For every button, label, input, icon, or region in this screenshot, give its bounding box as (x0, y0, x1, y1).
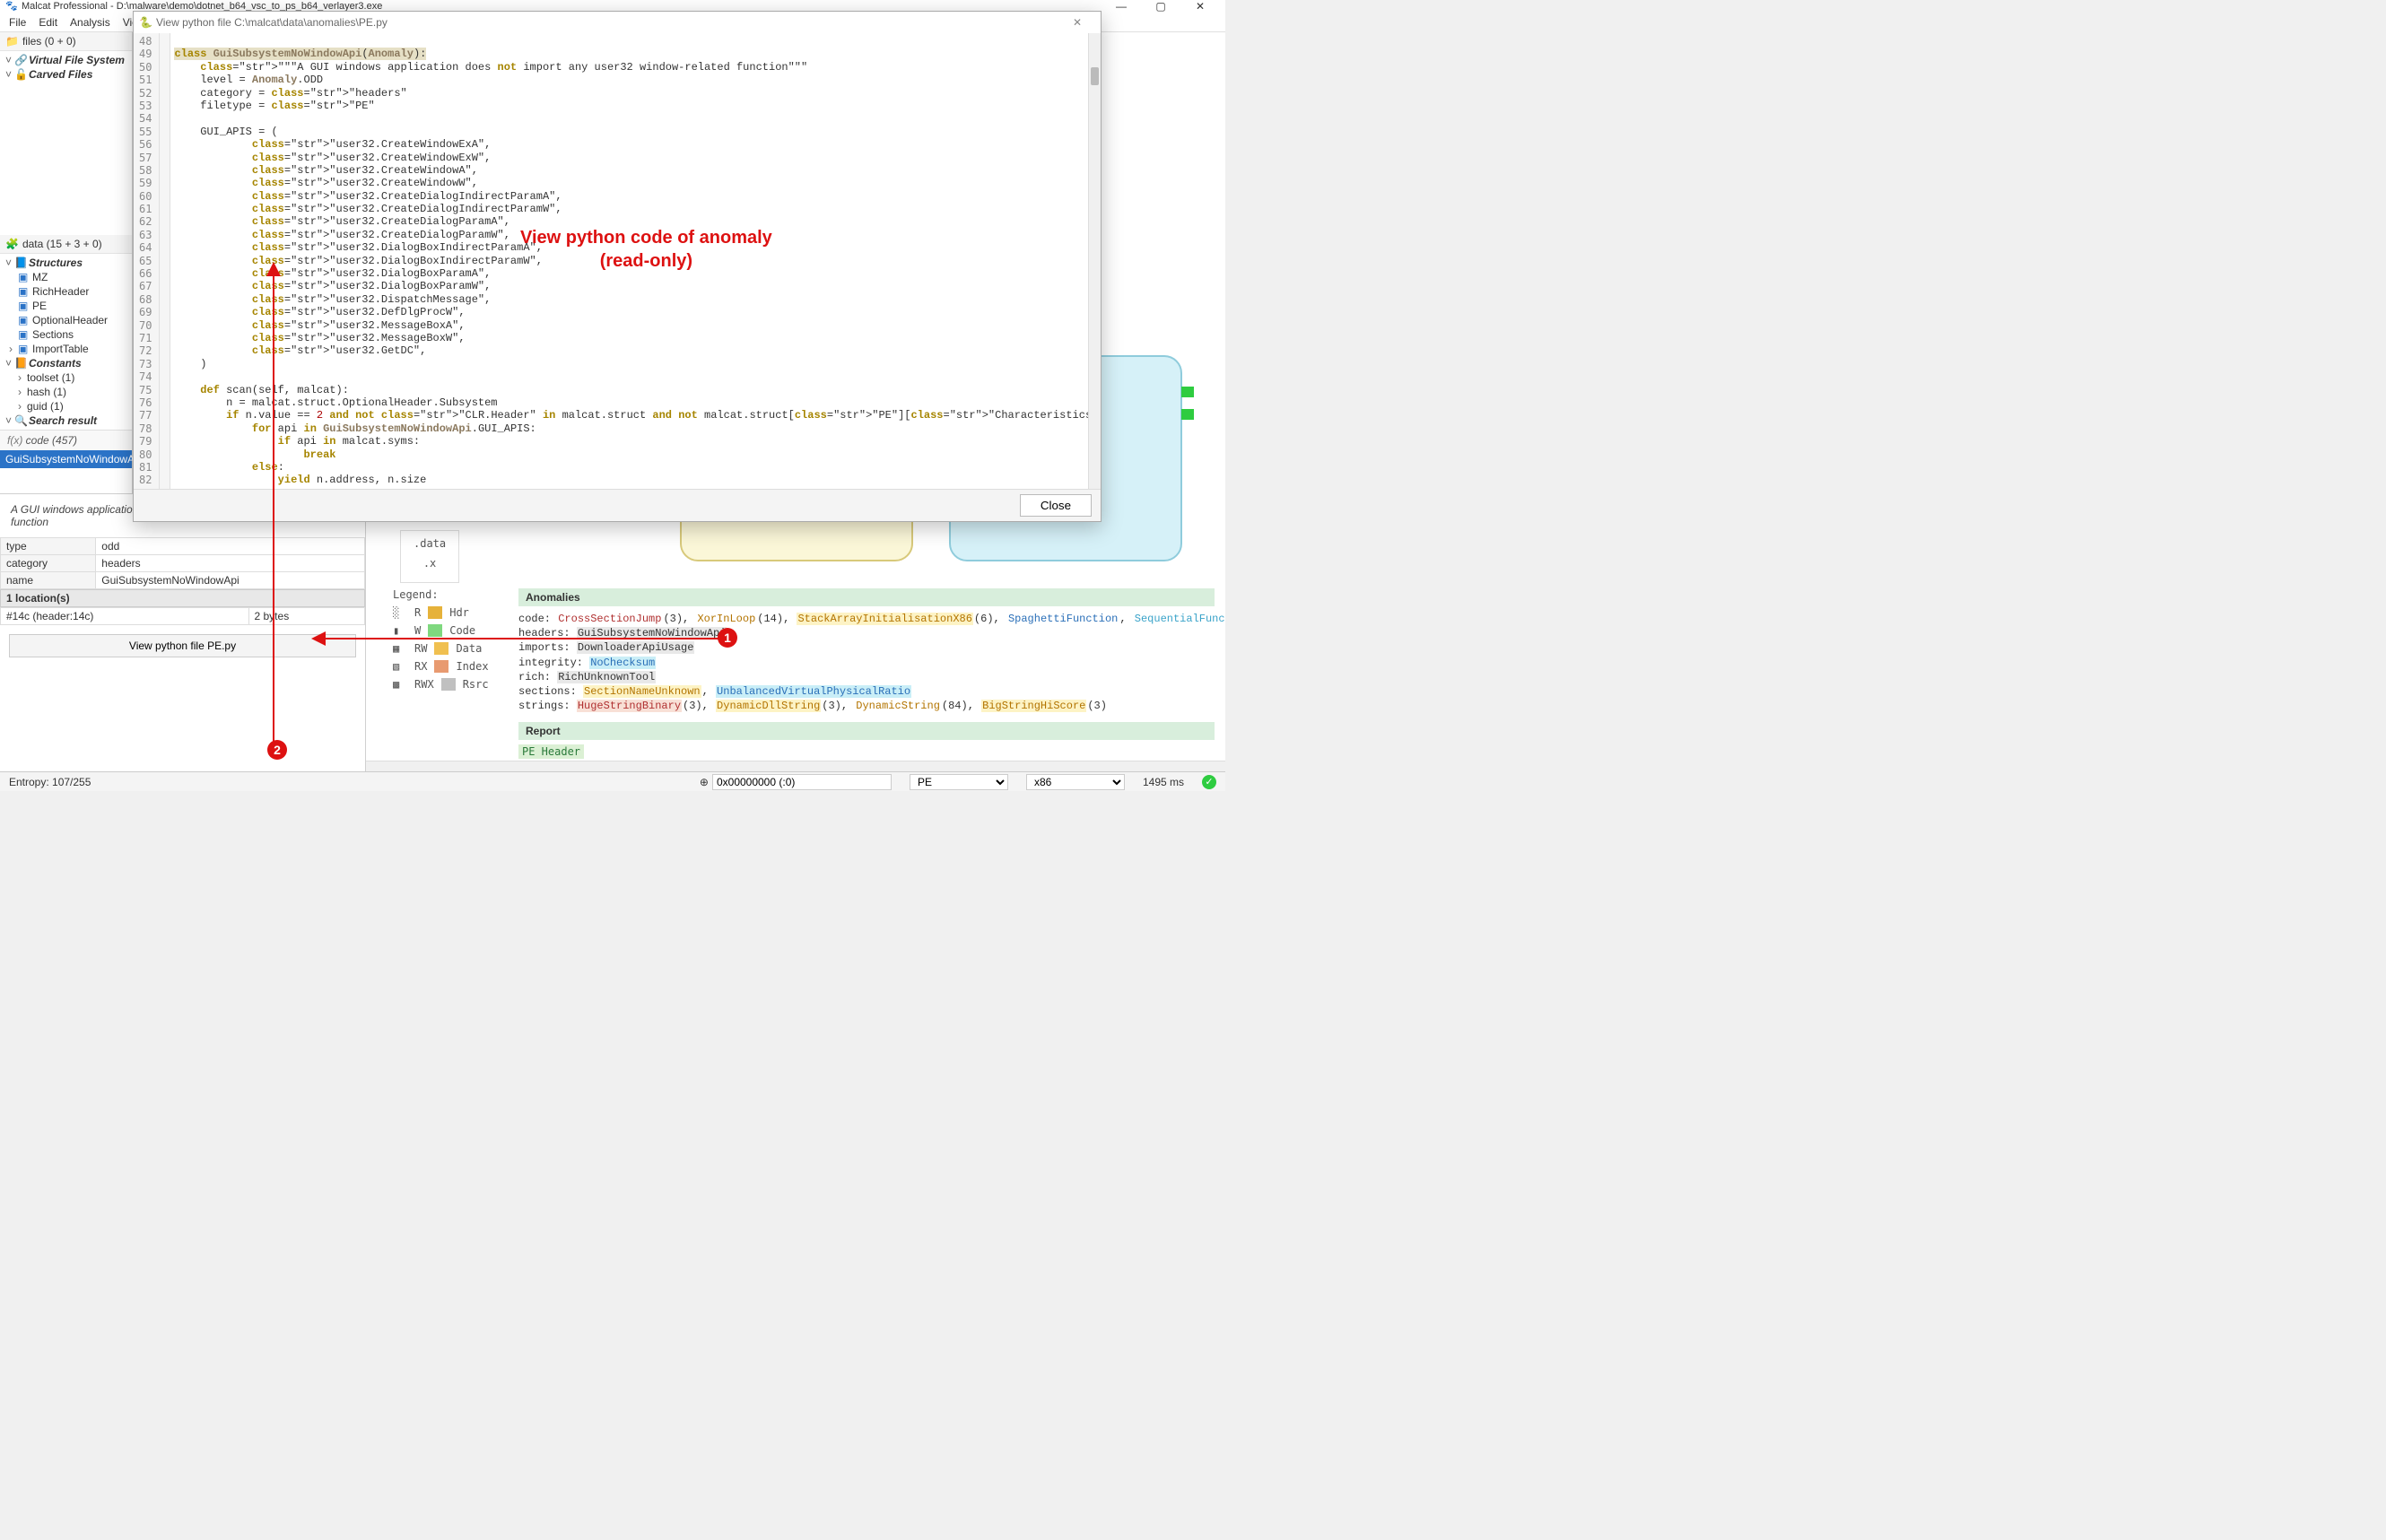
code-count: f(x) code (457) (0, 430, 132, 450)
tree-item[interactable]: ▣OptionalHeader (5, 313, 126, 327)
table-row: typeodd (1, 538, 365, 555)
files-tree: ˅🔗 Virtual File System ˅🔓 Carved Files (0, 51, 132, 83)
anomaly-tag: (6), (973, 613, 1007, 625)
anomaly-tag: , (1119, 613, 1133, 625)
view-python-button[interactable]: View python file PE.py (9, 634, 356, 657)
tree-label: Carved Files (29, 68, 92, 81)
table-row[interactable]: #14c (header:14c) 2 bytes (1, 608, 365, 625)
anomaly-tag: (3), (662, 613, 696, 625)
tree-item[interactable]: ›▣ImportTable (5, 342, 126, 356)
anomaly-tag[interactable]: SequentialFunction (1134, 613, 1225, 625)
annotation-badge-2: 2 (267, 740, 287, 760)
detail-panel: A GUI windows application does not impor… (0, 493, 366, 771)
data-panel-header[interactable]: 🧩 data (15 + 3 + 0) (0, 235, 132, 254)
status-address: ⊕ (694, 774, 897, 790)
data-panel-label: data (15 + 3 + 0) (22, 238, 102, 250)
tree-item[interactable]: ›toolset (1) (5, 370, 126, 385)
table-row: categoryheaders (1, 555, 365, 572)
menu-edit[interactable]: Edit (33, 14, 63, 30)
anomaly-tag: , (701, 685, 716, 698)
property-table: typeodd categoryheaders nameGuiSubsystem… (0, 537, 365, 589)
anomaly-tag[interactable]: HugeStringBinary (577, 700, 682, 712)
vscrollbar[interactable] (1088, 33, 1101, 489)
anomaly-tag[interactable]: XorInLoop (696, 613, 756, 625)
app-logo-icon: 🐾 (5, 0, 18, 13)
anomaly-tag: (3), (821, 700, 855, 712)
anomaly-lines: code: CrossSectionJump(3), XorInLoop(14)… (518, 612, 1215, 713)
selected-anomaly[interactable]: GuiSubsystemNoWindowApi (0, 450, 132, 468)
tree-item[interactable]: ˅🔗 Virtual File System (5, 53, 126, 67)
report-header: Report (518, 722, 1215, 740)
anomaly-tag: (84), (941, 700, 981, 712)
data-icon: 🧩 (5, 238, 19, 250)
tree-item[interactable]: ▣Sections (5, 327, 126, 342)
minimize-button[interactable]: — (1102, 0, 1141, 13)
annotation-badge-1: 1 (718, 628, 737, 648)
menu-analysis[interactable]: Analysis (65, 14, 116, 30)
tree-label: Virtual File System (29, 54, 125, 66)
arch-select[interactable]: x86 (1026, 774, 1125, 790)
pe-header-tag[interactable]: PE Header (518, 744, 584, 759)
anomaly-tag[interactable]: DynamicString (855, 700, 941, 712)
address-input[interactable] (712, 774, 892, 790)
location-header: 1 location(s) (0, 589, 365, 607)
tree-item[interactable]: ▣MZ (5, 270, 126, 284)
status-time: 1495 ms (1137, 776, 1189, 788)
menu-file[interactable]: File (4, 14, 31, 30)
anomaly-tag[interactable]: SpaghettiFunction (1007, 613, 1119, 625)
target-icon: ⊕ (700, 776, 709, 788)
annotation-heading: View python code of anomaly (read-only) (520, 226, 772, 273)
popup-close-button[interactable]: Close (1020, 494, 1092, 517)
maximize-button[interactable]: ▢ (1141, 0, 1180, 13)
location-table: #14c (header:14c) 2 bytes (0, 607, 365, 625)
legend-row: ▧RXIndex (393, 660, 489, 673)
popup-titlebar: 🐍 View python file C:\malcat\data\anomal… (134, 12, 1101, 33)
popup-footer: Close (134, 489, 1101, 521)
arrow-icon (318, 633, 731, 646)
close-button[interactable]: ✕ (1180, 0, 1220, 13)
tree-item[interactable]: ▣PE (5, 299, 126, 313)
anomaly-tag[interactable]: NoChecksum (589, 657, 656, 669)
python-file-icon: 🐍 (139, 16, 152, 29)
tree-item[interactable]: ˅🔍Search result (5, 413, 126, 428)
status-entropy: Entropy: 107/255 (4, 776, 96, 788)
legend-row: ░RHdr (393, 606, 489, 619)
files-panel-label: files (0 + 0) (22, 35, 76, 48)
tree-item[interactable]: ›hash (1) (5, 385, 126, 399)
tree-item[interactable]: ›guid (1) (5, 399, 126, 413)
legend-row: ▩RWXRsrc (393, 678, 489, 691)
fold-column (160, 33, 170, 489)
table-row: nameGuiSubsystemNoWindowApi (1, 572, 365, 589)
anomaly-tag[interactable]: RichUnknownTool (557, 671, 656, 683)
anomaly-tag: (3), (682, 700, 716, 712)
anomaly-tag[interactable]: SectionNameUnknown (583, 685, 701, 698)
data-tree: ˅📘Structures ▣MZ ▣RichHeader ▣PE ▣Option… (0, 254, 132, 430)
tree-item[interactable]: ˅📘Structures (5, 256, 126, 270)
anomaly-tag: (3) (1086, 700, 1108, 712)
popup-title-text: View python file C:\malcat\data\anomalie… (156, 16, 388, 29)
status-bar: Entropy: 107/255 ⊕ PE x86 1495 ms ✓ (0, 771, 1225, 791)
tree-item[interactable]: ▣RichHeader (5, 284, 126, 299)
marker (1181, 409, 1194, 420)
anomaly-tag[interactable]: UnbalancedVirtualPhysicalRatio (716, 685, 911, 698)
anomaly-tag: (14), (756, 613, 797, 625)
files-panel-header[interactable]: 📁 files (0 + 0) (0, 32, 132, 51)
popup-close-icon[interactable]: ✕ (1059, 16, 1095, 29)
marker (1181, 387, 1194, 397)
status-ok-icon: ✓ (1202, 775, 1216, 789)
anomalies-section: Anomalies code: CrossSectionJump(3), Xor… (518, 588, 1215, 758)
data-x-block: .data .x (400, 530, 459, 583)
anomalies-header: Anomalies (518, 588, 1215, 606)
files-icon: 📁 (5, 35, 19, 48)
arrow-icon (269, 269, 278, 756)
tree-item[interactable]: ˅📙Constants (5, 356, 126, 370)
filetype-select[interactable]: PE (910, 774, 1008, 790)
anomaly-tag[interactable]: BigStringHiScore (981, 700, 1086, 712)
anomaly-tag[interactable]: DynamicDllString (716, 700, 821, 712)
line-gutter: 48 49 50 51 52 53 54 55 56 57 58 59 60 6… (134, 33, 160, 489)
hscrollbar[interactable] (366, 761, 1225, 771)
anomaly-tag[interactable]: StackArrayInitialisationX86 (797, 613, 972, 625)
tree-item[interactable]: ˅🔓 Carved Files (5, 67, 126, 82)
anomaly-tag[interactable]: CrossSectionJump (557, 613, 662, 625)
